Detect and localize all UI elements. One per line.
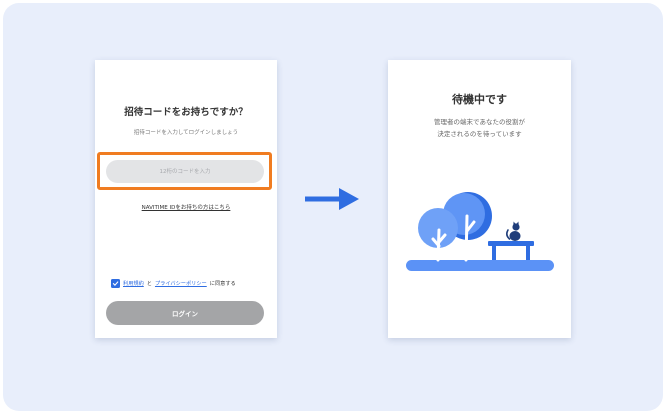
- privacy-policy-link[interactable]: プライバシーポリシー: [155, 280, 207, 287]
- waiting-title: 待機中です: [452, 93, 507, 106]
- agree-suffix-text: に同意する: [209, 280, 236, 287]
- conjunction-text: と: [146, 280, 152, 287]
- invite-code-input[interactable]: [106, 160, 264, 183]
- agreement-row: 利用規約 と プライバシーポリシー に同意する: [111, 278, 236, 288]
- invite-subtitle: 招待コードを入力してログインしましょう: [133, 130, 239, 136]
- waiting-message-line1: 管理者の端末であなたの役割が: [434, 118, 525, 126]
- bench: [488, 241, 534, 246]
- right-arrow-icon: [305, 188, 359, 210]
- ground-shape: [406, 260, 554, 271]
- waiting-screen: 待機中です 管理者の端末であなたの役割が 決定されるのを待っています: [388, 60, 571, 338]
- navitime-id-link[interactable]: NAVITIME IDをお持ちの方はこちら: [95, 203, 277, 211]
- park-bench-cat-illustration: [406, 192, 554, 271]
- check-icon: [112, 280, 119, 286]
- login-button[interactable]: ログイン: [106, 301, 264, 325]
- invite-title: 招待コードをお持ちですか？: [124, 107, 248, 118]
- cat-icon: [506, 221, 521, 241]
- agree-checkbox[interactable]: [111, 278, 120, 288]
- invite-code-screen: 招待コードをお持ちですか？ 招待コードを入力してログインしましょう NAVITI…: [95, 60, 277, 338]
- terms-link[interactable]: 利用規約: [123, 280, 144, 287]
- waiting-message-line2: 決定されるのを待っています: [437, 130, 522, 138]
